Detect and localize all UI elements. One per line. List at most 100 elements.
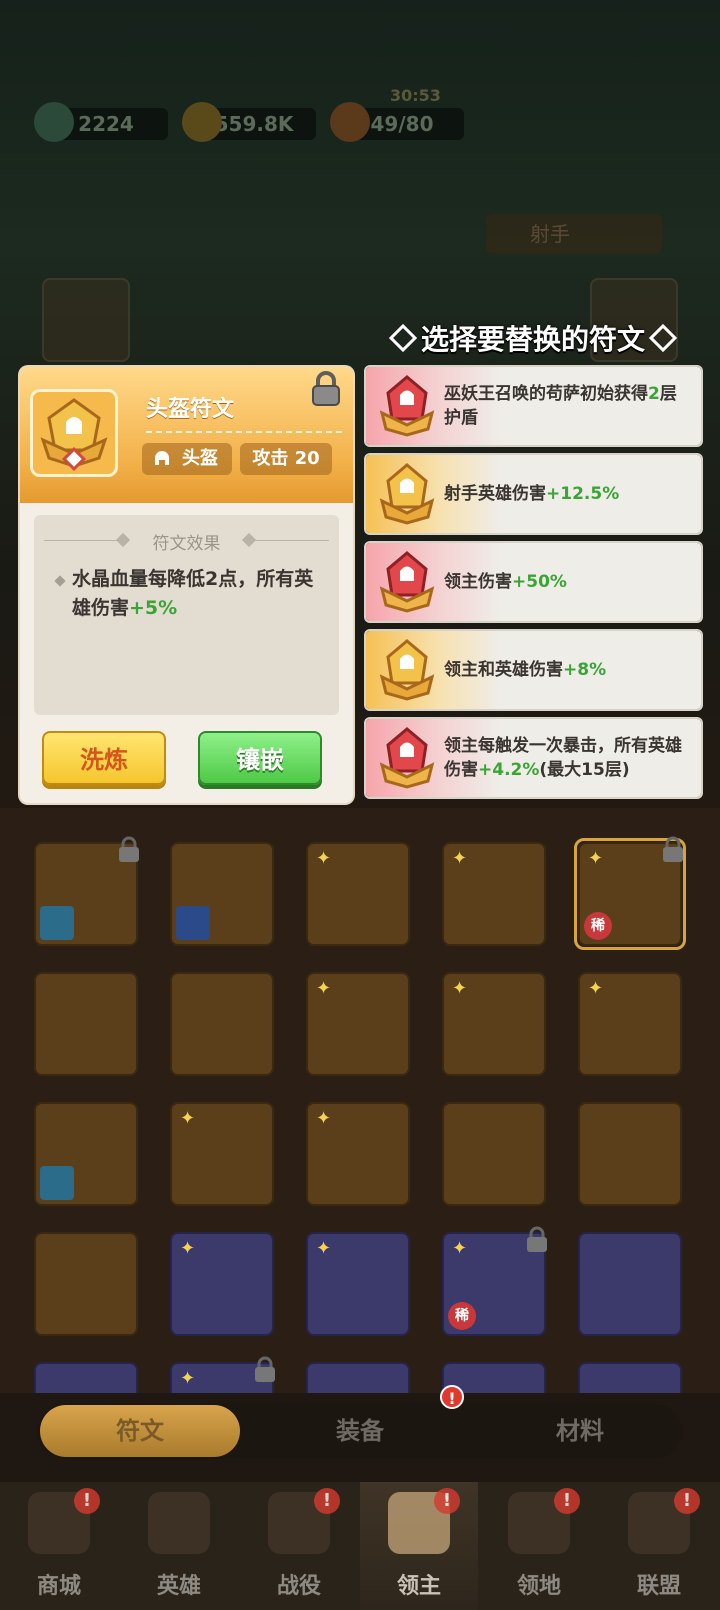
rune-option-1[interactable]: 巫妖王召唤的苟萨初始获得2层护盾	[366, 367, 701, 445]
nav-label: 领地	[516, 1574, 561, 1599]
choose-rune-title: 选择要替换的符文	[372, 318, 694, 358]
rune-slot[interactable]	[578, 1102, 682, 1206]
rare-badge: 稀	[448, 1302, 476, 1330]
rune-slot[interactable]: ✦	[442, 842, 546, 946]
star-icon: ✦	[180, 1108, 196, 1129]
effect-header-text: 符文效果	[152, 534, 221, 554]
diamond-icon	[648, 323, 678, 353]
lock-icon	[660, 836, 686, 864]
rune-slot[interactable]: ✦	[170, 1356, 275, 1393]
rune-slot[interactable]	[34, 1232, 138, 1336]
nav-campaign[interactable]: ! 战役	[240, 1482, 358, 1610]
option-text-main: 巫妖王召唤的苟萨初始获得	[444, 384, 648, 404]
effect-text: 水晶血量每降低2点，所有英雄伤害	[72, 568, 314, 619]
tab-runes[interactable]: 符文	[40, 1405, 240, 1457]
option-value: +12.5%	[546, 484, 620, 504]
helmet-icon	[155, 451, 169, 465]
alert-badge: !	[434, 1488, 460, 1514]
gold-rune-icon	[379, 463, 435, 525]
hero-cards-icon	[148, 1492, 210, 1554]
rune-slot[interactable]	[306, 1362, 410, 1393]
nav-label: 战役	[276, 1574, 321, 1599]
stamina-timer: 30:53	[390, 86, 441, 105]
rune-option-5[interactable]: 领主每触发一次暴击，所有英雄伤害+4.2%(最大15层)	[366, 719, 701, 797]
gem-counter: 2224	[34, 102, 168, 142]
nav-label: 联盟	[636, 1574, 681, 1599]
rune-slot[interactable]	[442, 1102, 546, 1206]
tab-equipment[interactable]: 装备	[260, 1405, 460, 1457]
coin-icon	[182, 102, 222, 142]
alert-badge: !	[554, 1488, 580, 1514]
rune-option-4[interactable]: 领主和英雄伤害+8%	[366, 631, 701, 709]
effect-description: 水晶血量每降低2点，所有英雄伤害+5%	[72, 565, 322, 623]
class-select-label: 射手	[530, 222, 570, 246]
option-value: +50%	[512, 572, 567, 592]
alert-badge: !	[440, 1385, 464, 1409]
rune-slot[interactable]: ✦	[306, 842, 410, 946]
alert-badge: !	[74, 1488, 100, 1514]
alert-badge: !	[314, 1488, 340, 1514]
option-text-main: 领主和英雄伤害	[444, 660, 563, 680]
option-text: 射手英雄伤害+12.5%	[444, 455, 692, 533]
stamina-icon	[330, 102, 370, 142]
lock-icon	[116, 836, 142, 864]
rune-slot[interactable]	[578, 1362, 682, 1393]
lock-icon[interactable]	[310, 371, 342, 407]
option-text: 巫妖王召唤的苟萨初始获得2层护盾	[444, 367, 692, 445]
star-icon: ✦	[316, 1108, 332, 1129]
star-icon: ✦	[452, 1238, 468, 1259]
rune-slot[interactable]: ✦ 稀	[442, 1226, 547, 1336]
rune-slot[interactable]: ✦	[442, 972, 546, 1076]
star-icon: ✦	[452, 848, 468, 869]
hero-card-left[interactable]	[42, 278, 130, 362]
rune-slot[interactable]	[34, 972, 138, 1076]
rune-option-2[interactable]: 射手英雄伤害+12.5%	[366, 455, 701, 533]
rune-slot[interactable]	[34, 1362, 138, 1393]
nav-lord[interactable]: ! 领主	[360, 1482, 478, 1610]
rune-slot[interactable]: ✦	[306, 1102, 410, 1206]
star-icon: ✦	[316, 848, 332, 869]
option-text: 领主伤害+50%	[444, 543, 692, 621]
bottom-nav: ! 商城 英雄 ! 战役 ! 领主 ! 领地 ! 联盟	[0, 1482, 720, 1610]
nav-alliance[interactable]: ! 联盟	[600, 1482, 718, 1610]
rune-slot[interactable]	[578, 1232, 682, 1336]
inlay-button[interactable]: 镶嵌	[198, 731, 322, 785]
option-value: +4.2%	[478, 760, 540, 780]
nav-label: 领主	[396, 1574, 441, 1599]
rune-detail-header: 头盔符文 头盔 攻击 20	[20, 367, 353, 503]
star-icon: ✦	[588, 848, 604, 869]
rune-title: 头盔符文	[146, 397, 235, 422]
rune-effect-box: 符文效果 水晶血量每降低2点，所有英雄伤害+5%	[34, 515, 339, 715]
effect-value: +5%	[129, 597, 178, 619]
rune-slot[interactable]: ✦	[170, 1102, 274, 1206]
rune-slot[interactable]: ✦	[578, 972, 682, 1076]
diamond-icon	[388, 323, 418, 353]
stamina-counter: 49/80	[330, 102, 464, 142]
rune-slot[interactable]: ✦	[306, 1232, 410, 1336]
option-value: +8%	[563, 660, 607, 680]
title-divider	[146, 431, 342, 433]
rune-slot[interactable]	[34, 836, 139, 946]
rune-slot[interactable]: ✦	[170, 1232, 274, 1336]
star-icon: ✦	[316, 1238, 332, 1259]
option-value: 2	[648, 384, 660, 404]
choose-rune-title-text: 选择要替换的符文	[420, 323, 645, 356]
nav-heroes[interactable]: 英雄	[120, 1482, 238, 1610]
rune-detail-panel: 头盔符文 头盔 攻击 20 符文效果 水晶血量每降低2点，所有英雄伤害+5% 洗…	[20, 367, 353, 803]
nav-shop[interactable]: ! 商城	[0, 1482, 118, 1610]
red-rune-icon	[379, 551, 435, 613]
rune-slot[interactable]	[170, 972, 274, 1076]
lock-icon	[252, 1356, 278, 1384]
rune-slot[interactable]: ✦	[306, 972, 410, 1076]
nav-territory[interactable]: ! 领地	[480, 1482, 598, 1610]
tab-materials[interactable]: 材料	[480, 1405, 680, 1457]
refine-button[interactable]: 洗炼	[42, 731, 166, 785]
alert-badge: !	[674, 1488, 700, 1514]
rune-option-3[interactable]: 领主伤害+50%	[366, 543, 701, 621]
star-icon: ✦	[588, 978, 604, 999]
rune-slot-selected[interactable]: ✦ 稀	[574, 836, 686, 950]
class-select[interactable]: 射手	[486, 214, 662, 254]
red-rune-icon	[379, 375, 435, 437]
rune-slot[interactable]	[170, 842, 274, 946]
rune-slot[interactable]	[34, 1102, 138, 1206]
